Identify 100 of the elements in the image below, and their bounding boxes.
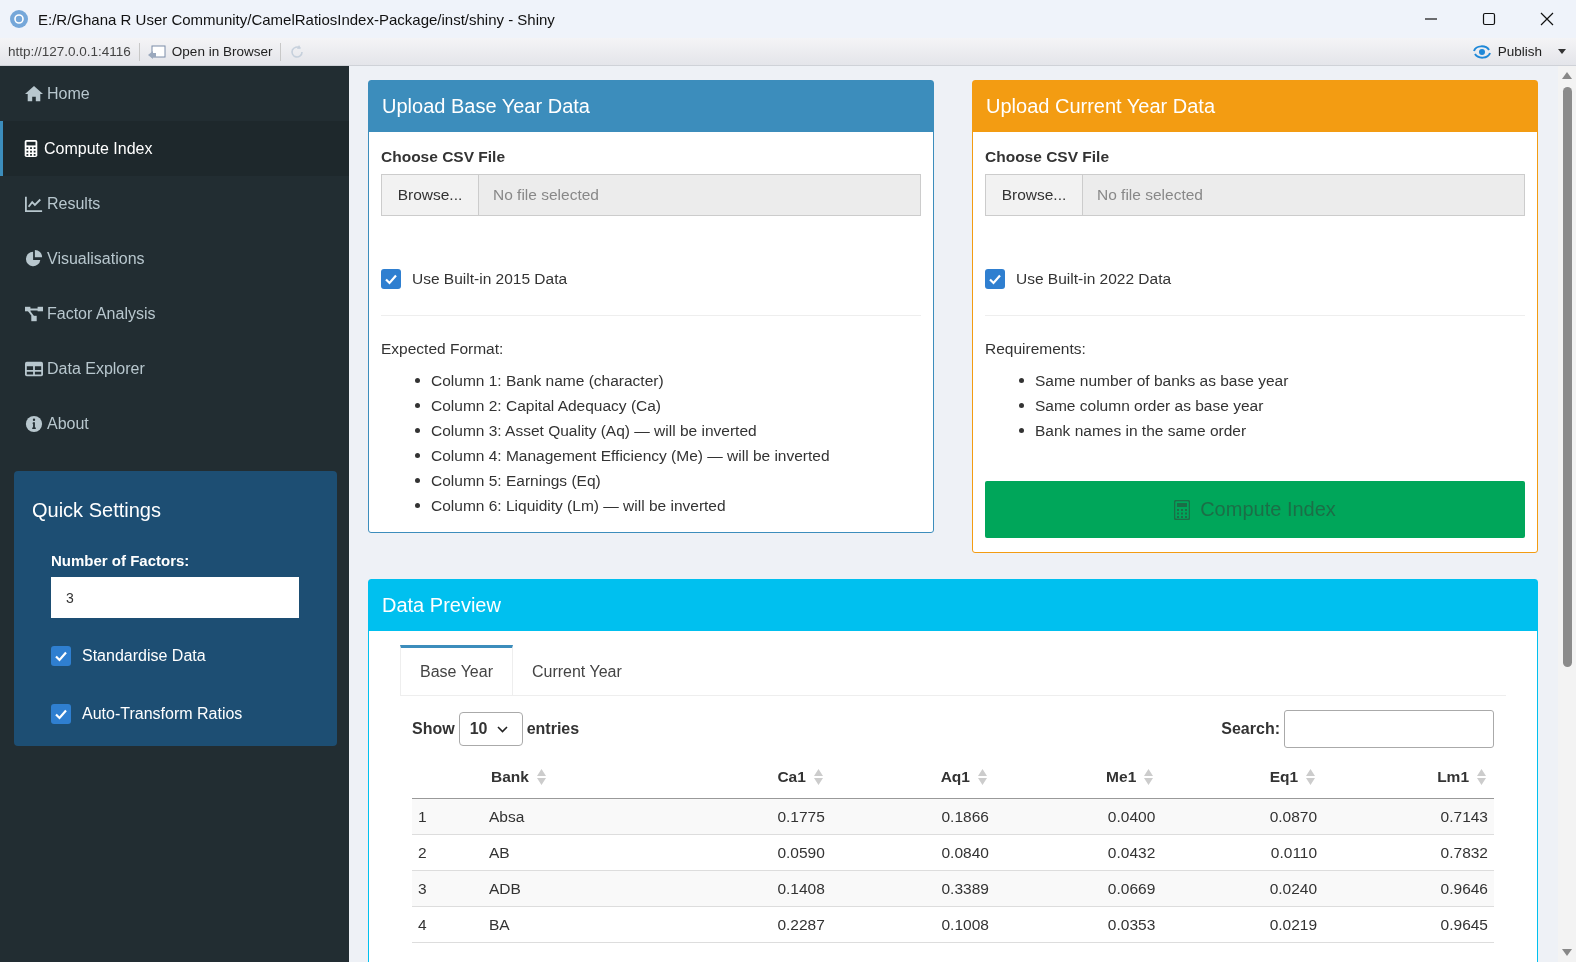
field-label: Choose CSV File [985, 148, 1111, 166]
column-header[interactable]: Eq1 [1269, 768, 1316, 786]
search-label: Search: [1221, 720, 1280, 738]
checkbox-label: Use Built-in 2015 Data [412, 270, 568, 288]
list-item: Same column order as base year [1035, 396, 1264, 416]
chevron-down-icon [497, 725, 509, 733]
app-icon [10, 10, 28, 28]
entries-select[interactable]: 10 [458, 712, 523, 746]
nav-item[interactable]: About [0, 396, 349, 451]
list-item: Column 2: Capital Adequacy (Ca) [431, 396, 662, 416]
line-chart-icon [25, 194, 43, 213]
table-cell: 3 [412, 870, 483, 907]
list-item: Column 3: Asset Quality (Aq) — will be inverted [431, 421, 757, 441]
number-input[interactable]: 3 [51, 577, 299, 618]
list-item: Column 6: Liquidity (Lm) — will be inverted [431, 496, 726, 516]
table-cell: 1 [412, 798, 483, 835]
table-cell: 0.0353 [994, 906, 1162, 943]
checkbox-label: Use Built-in 2022 Data [1016, 270, 1172, 288]
scroll-up-icon[interactable] [1562, 72, 1572, 79]
table-cell: BA [483, 906, 669, 943]
nav-item[interactable]: Compute Index [0, 121, 349, 176]
table-cell: 0.9645 [1323, 906, 1494, 943]
table-cell: 0.0870 [1161, 798, 1324, 835]
table-cell: 0.1775 [669, 798, 831, 835]
list-item: Column 1: Bank name (character) [431, 371, 664, 391]
table-cell: 0.7143 [1323, 798, 1494, 835]
bullet-icon [415, 503, 420, 508]
list-title: Expected Format: [381, 340, 505, 358]
checkbox-label: Standardise Data [82, 647, 206, 665]
scroll-down-icon[interactable] [1562, 949, 1572, 956]
info-icon [25, 414, 43, 433]
checkbox[interactable] [381, 269, 401, 289]
bullet-icon [415, 403, 420, 408]
table-cell: 0.2287 [669, 906, 831, 943]
bullet-icon [415, 378, 420, 383]
sort-icon [813, 769, 823, 785]
search-field[interactable] [1284, 710, 1494, 748]
home-icon [25, 84, 43, 103]
show-label: Show [412, 720, 455, 738]
panel-header: Upload Base Year Data [369, 81, 933, 132]
table-cell: Absa [483, 798, 669, 835]
tab[interactable]: Base Year [400, 645, 513, 695]
checkbox[interactable] [51, 646, 71, 666]
url-label: http://127.0.0.1:4116 [8, 44, 131, 59]
bullet-icon [415, 428, 420, 433]
table-cell: 0.1408 [669, 870, 831, 907]
browse-button[interactable]: Browse... [985, 174, 1083, 216]
browse-button[interactable]: Browse... [381, 174, 479, 216]
sort-icon [1306, 769, 1316, 785]
column-header[interactable]: Me1 [1106, 768, 1154, 786]
nav-item[interactable]: Data Explorer [0, 341, 349, 396]
checkbox[interactable] [51, 704, 71, 724]
checkbox[interactable] [985, 269, 1005, 289]
nav-item[interactable]: Results [0, 176, 349, 231]
table-cell: ADB [483, 870, 669, 907]
browser-window-icon [147, 44, 166, 59]
caret-icon[interactable] [1558, 49, 1566, 54]
table-cell: 0.0240 [1161, 870, 1324, 907]
table-cell: 0.1866 [830, 798, 995, 835]
bullet-icon [1019, 378, 1024, 383]
table-cell: 0.9646 [1323, 870, 1494, 907]
window-title: E:/R/Ghana R User Community/CamelRatiosIndex-Package/inst/shiny - Shiny [38, 10, 555, 28]
column-header[interactable]: Lm1 [1437, 768, 1486, 786]
calculator-icon [1174, 499, 1191, 520]
list-item: Column 5: Earnings (Eq) [431, 471, 601, 491]
nav-item[interactable]: Home [0, 66, 349, 121]
maximize-icon[interactable] [1482, 12, 1496, 26]
bullet-icon [1019, 403, 1024, 408]
sort-icon [536, 769, 546, 785]
scrollbar-thumb[interactable] [1562, 87, 1572, 667]
list-item: Bank names in the same order [1035, 421, 1247, 441]
table-cell: 0.0669 [994, 870, 1162, 907]
column-header[interactable]: Ca1 [777, 768, 823, 786]
column-header[interactable]: Bank [491, 768, 546, 786]
tab[interactable]: Current Year [512, 645, 641, 695]
publish-button[interactable]: Publish [1497, 44, 1542, 59]
calculator-icon [22, 139, 40, 158]
field-label: Choose CSV File [381, 148, 507, 166]
bullet-icon [415, 478, 420, 483]
bullet-icon [415, 453, 420, 458]
entries-label: entries [526, 720, 580, 738]
list-title: Requirements: [985, 340, 1087, 358]
panel-header: Upload Current Year Data [973, 81, 1537, 132]
list-item: Same number of banks as base year [1035, 371, 1289, 391]
nav-item[interactable]: Factor Analysis [0, 286, 349, 341]
pie-chart-icon [25, 249, 43, 268]
panel-title: Quick Settings [32, 499, 162, 522]
bullet-icon [1019, 428, 1024, 433]
table-cell: 0.0400 [994, 798, 1162, 835]
nav-item[interactable]: Visualisations [0, 231, 349, 286]
sort-icon [977, 769, 987, 785]
list-item: Column 4: Management Efficiency (Me) — will be inverted [431, 446, 830, 466]
column-header[interactable]: Aq1 [940, 768, 987, 786]
panel-header: Data Preview [369, 580, 1537, 631]
sort-icon [1144, 769, 1154, 785]
table-icon [25, 359, 43, 378]
close-icon[interactable] [1540, 12, 1554, 26]
checkbox-label: Auto-Transform Ratios [82, 705, 243, 723]
table-cell: 4 [412, 906, 483, 943]
open-in-browser-link[interactable]: Open in Browser [171, 44, 273, 59]
